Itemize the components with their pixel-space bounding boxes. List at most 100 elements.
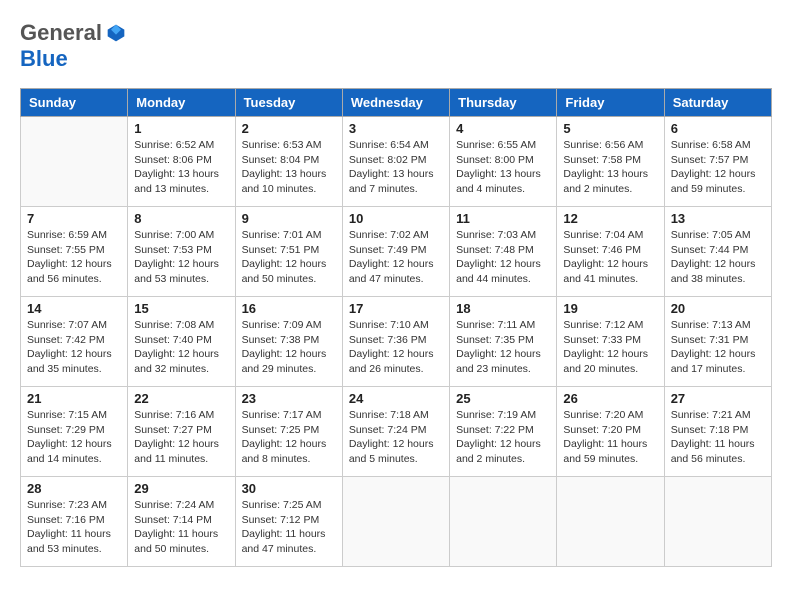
calendar-cell: 18Sunrise: 7:11 AMSunset: 7:35 PMDayligh… [450, 297, 557, 387]
week-row-1: 1Sunrise: 6:52 AMSunset: 8:06 PMDaylight… [21, 117, 772, 207]
day-info: Sunrise: 7:01 AMSunset: 7:51 PMDaylight:… [242, 228, 336, 287]
day-info: Sunrise: 7:16 AMSunset: 7:27 PMDaylight:… [134, 408, 228, 467]
day-info: Sunrise: 7:18 AMSunset: 7:24 PMDaylight:… [349, 408, 443, 467]
calendar-cell: 9 Sunrise: 7:01 AMSunset: 7:51 PMDaylight… [235, 207, 342, 297]
calendar-cell: 15 Sunrise: 7:08 AMSunset: 7:40 PMDayligh… [128, 297, 235, 387]
day-number: 21 [27, 391, 121, 406]
calendar-cell: 22 Sunrise: 7:16 AMSunset: 7:27 PMDayligh… [128, 387, 235, 477]
calendar-cell: 3Sunrise: 6:54 AMSunset: 8:02 PMDaylight… [342, 117, 449, 207]
day-info: Sunrise: 7:04 AMSunset: 7:46 PMDaylight:… [563, 228, 657, 287]
calendar-cell [342, 477, 449, 567]
column-header-tuesday: Tuesday [235, 89, 342, 117]
calendar-cell: 20 Sunrise: 7:13 AMSunset: 7:31 PMDayligh… [664, 297, 771, 387]
column-header-thursday: Thursday [450, 89, 557, 117]
calendar-cell: 2Sunrise: 6:53 AMSunset: 8:04 PMDaylight… [235, 117, 342, 207]
day-info: Sunrise: 7:23 AMSunset: 7:16 PMDaylight:… [27, 498, 121, 557]
day-number: 9 [242, 211, 336, 226]
calendar-cell [21, 117, 128, 207]
day-number: 29 [134, 481, 228, 496]
day-info: Sunrise: 7:24 AMSunset: 7:14 PMDaylight:… [134, 498, 228, 557]
week-row-3: 14Sunrise: 7:07 AMSunset: 7:42 PMDayligh… [21, 297, 772, 387]
column-header-friday: Friday [557, 89, 664, 117]
day-info: Sunrise: 6:53 AMSunset: 8:04 PMDaylight:… [242, 138, 336, 197]
logo: General Blue [20, 20, 126, 72]
day-number: 26 [563, 391, 657, 406]
day-info: Sunrise: 7:17 AMSunset: 7:25 PMDaylight:… [242, 408, 336, 467]
day-info: Sunrise: 7:07 AMSunset: 7:42 PMDaylight:… [27, 318, 121, 377]
day-number: 8 [134, 211, 228, 226]
calendar-cell: 5 Sunrise: 6:56 AMSunset: 7:58 PMDaylight… [557, 117, 664, 207]
calendar-cell: 30 Sunrise: 7:25 AMSunset: 7:12 PMDayligh… [235, 477, 342, 567]
day-number: 13 [671, 211, 765, 226]
day-info: Sunrise: 7:09 AMSunset: 7:38 PMDaylight:… [242, 318, 336, 377]
day-number: 6 [671, 121, 765, 136]
calendar-cell: 1Sunrise: 6:52 AMSunset: 8:06 PMDaylight… [128, 117, 235, 207]
day-info: Sunrise: 6:52 AMSunset: 8:06 PMDaylight:… [134, 138, 228, 197]
calendar-header-row: SundayMondayTuesdayWednesdayThursdayFrid… [21, 89, 772, 117]
day-info: Sunrise: 6:59 AMSunset: 7:55 PMDaylight:… [27, 228, 121, 287]
calendar-cell: 28Sunrise: 7:23 AMSunset: 7:16 PMDayligh… [21, 477, 128, 567]
day-number: 15 [134, 301, 228, 316]
week-row-2: 7 Sunrise: 6:59 AMSunset: 7:55 PMDaylight… [21, 207, 772, 297]
column-header-wednesday: Wednesday [342, 89, 449, 117]
page-header: General Blue [20, 20, 772, 72]
week-row-5: 28Sunrise: 7:23 AMSunset: 7:16 PMDayligh… [21, 477, 772, 567]
calendar-cell: 6 Sunrise: 6:58 AMSunset: 7:57 PMDaylight… [664, 117, 771, 207]
day-number: 4 [456, 121, 550, 136]
column-header-monday: Monday [128, 89, 235, 117]
day-number: 12 [563, 211, 657, 226]
calendar-cell [450, 477, 557, 567]
calendar-cell: 16Sunrise: 7:09 AMSunset: 7:38 PMDayligh… [235, 297, 342, 387]
day-number: 23 [242, 391, 336, 406]
column-header-saturday: Saturday [664, 89, 771, 117]
day-info: Sunrise: 6:56 AMSunset: 7:58 PMDaylight:… [563, 138, 657, 197]
day-info: Sunrise: 6:55 AMSunset: 8:00 PMDaylight:… [456, 138, 550, 197]
calendar-cell: 24 Sunrise: 7:18 AMSunset: 7:24 PMDayligh… [342, 387, 449, 477]
day-info: Sunrise: 7:10 AMSunset: 7:36 PMDaylight:… [349, 318, 443, 377]
day-info: Sunrise: 7:11 AMSunset: 7:35 PMDaylight:… [456, 318, 550, 377]
day-number: 10 [349, 211, 443, 226]
day-info: Sunrise: 7:15 AMSunset: 7:29 PMDaylight:… [27, 408, 121, 467]
day-info: Sunrise: 7:19 AMSunset: 7:22 PMDaylight:… [456, 408, 550, 467]
calendar-cell: 14Sunrise: 7:07 AMSunset: 7:42 PMDayligh… [21, 297, 128, 387]
day-info: Sunrise: 7:03 AMSunset: 7:48 PMDaylight:… [456, 228, 550, 287]
day-info: Sunrise: 7:25 AMSunset: 7:12 PMDaylight:… [242, 498, 336, 557]
column-header-sunday: Sunday [21, 89, 128, 117]
day-number: 24 [349, 391, 443, 406]
calendar-cell: 10 Sunrise: 7:02 AMSunset: 7:49 PMDayligh… [342, 207, 449, 297]
calendar-cell: 23 Sunrise: 7:17 AMSunset: 7:25 PMDayligh… [235, 387, 342, 477]
calendar-cell [557, 477, 664, 567]
day-info: Sunrise: 7:21 AMSunset: 7:18 PMDaylight:… [671, 408, 765, 467]
calendar-cell: 4 Sunrise: 6:55 AMSunset: 8:00 PMDaylight… [450, 117, 557, 207]
day-number: 7 [27, 211, 121, 226]
calendar-table: SundayMondayTuesdayWednesdayThursdayFrid… [20, 88, 772, 567]
day-number: 5 [563, 121, 657, 136]
logo-blue-text: Blue [20, 46, 68, 71]
calendar-cell: 27Sunrise: 7:21 AMSunset: 7:18 PMDayligh… [664, 387, 771, 477]
day-info: Sunrise: 7:02 AMSunset: 7:49 PMDaylight:… [349, 228, 443, 287]
logo-icon [106, 23, 126, 43]
day-number: 22 [134, 391, 228, 406]
day-number: 3 [349, 121, 443, 136]
calendar-cell: 26 Sunrise: 7:20 AMSunset: 7:20 PMDayligh… [557, 387, 664, 477]
day-number: 11 [456, 211, 550, 226]
calendar-cell: 11 Sunrise: 7:03 AMSunset: 7:48 PMDayligh… [450, 207, 557, 297]
day-number: 20 [671, 301, 765, 316]
logo-general: General [20, 20, 102, 46]
day-info: Sunrise: 6:58 AMSunset: 7:57 PMDaylight:… [671, 138, 765, 197]
day-info: Sunrise: 7:05 AMSunset: 7:44 PMDaylight:… [671, 228, 765, 287]
day-number: 30 [242, 481, 336, 496]
day-info: Sunrise: 7:20 AMSunset: 7:20 PMDaylight:… [563, 408, 657, 467]
day-info: Sunrise: 7:12 AMSunset: 7:33 PMDaylight:… [563, 318, 657, 377]
day-number: 19 [563, 301, 657, 316]
day-number: 25 [456, 391, 550, 406]
calendar-cell: 29 Sunrise: 7:24 AMSunset: 7:14 PMDayligh… [128, 477, 235, 567]
week-row-4: 21 Sunrise: 7:15 AMSunset: 7:29 PMDayligh… [21, 387, 772, 477]
day-info: Sunrise: 7:13 AMSunset: 7:31 PMDaylight:… [671, 318, 765, 377]
day-info: Sunrise: 7:08 AMSunset: 7:40 PMDaylight:… [134, 318, 228, 377]
calendar-cell: 19 Sunrise: 7:12 AMSunset: 7:33 PMDayligh… [557, 297, 664, 387]
calendar-cell: 7 Sunrise: 6:59 AMSunset: 7:55 PMDaylight… [21, 207, 128, 297]
day-number: 17 [349, 301, 443, 316]
calendar-cell: 13 Sunrise: 7:05 AMSunset: 7:44 PMDayligh… [664, 207, 771, 297]
calendar-cell: 25 Sunrise: 7:19 AMSunset: 7:22 PMDayligh… [450, 387, 557, 477]
